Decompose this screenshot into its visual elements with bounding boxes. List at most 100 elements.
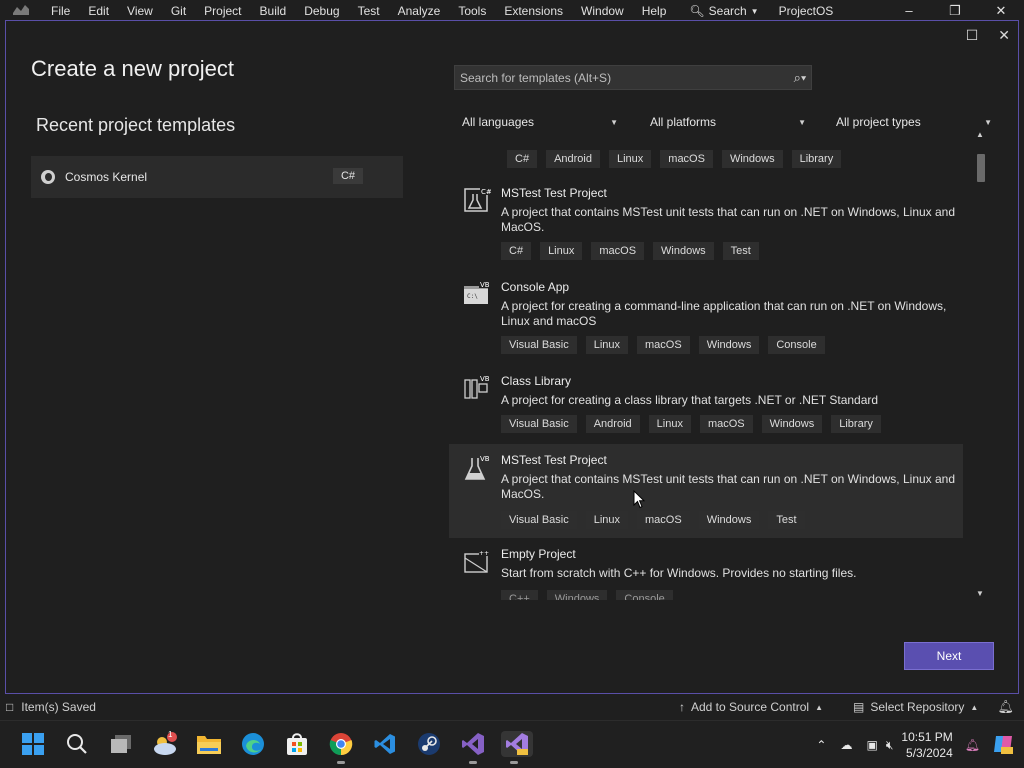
search-icon: 🔍︎ [689, 4, 705, 18]
template-name: MSTest Test Project [501, 186, 607, 200]
start-windows-icon[interactable] [20, 731, 46, 757]
menu-git[interactable]: Git [162, 0, 195, 22]
empty-project-cpp-icon: ++ [463, 548, 491, 576]
menu-bar: File Edit View Git Project Build Debug T… [0, 0, 1024, 22]
chrome-icon[interactable] [328, 731, 354, 764]
clock[interactable]: 10:51 PM 5/3/2024 [901, 729, 952, 761]
chevron-down-icon: ▼ [750, 6, 759, 16]
close-icon[interactable]: ✕ [978, 0, 1024, 22]
tag: Visual Basic [501, 336, 577, 354]
next-button[interactable]: Next [904, 642, 994, 670]
bell-icon[interactable]: 🔔︎ [997, 699, 1014, 715]
svg-text:VB: VB [480, 375, 490, 383]
vscode-icon[interactable] [372, 731, 398, 757]
copilot-icon[interactable] [992, 733, 1014, 758]
menu-window[interactable]: Window [572, 0, 633, 22]
tag: Test [768, 511, 805, 529]
tag: Linux [585, 511, 629, 529]
menu-file[interactable]: File [42, 0, 79, 22]
tag: Library [791, 150, 842, 168]
menu-extensions[interactable]: Extensions [495, 0, 572, 22]
add-to-source-control[interactable]: ↑ Add to Source Control ▲ [679, 700, 823, 714]
microsoft-store-icon[interactable] [284, 731, 310, 757]
menu-project[interactable]: Project [195, 0, 250, 22]
template-tags: C# Android Linux macOS Windows Library [507, 150, 842, 168]
template-list-scrollbar[interactable]: ▲ ▼ [974, 128, 988, 600]
scroll-up-icon[interactable]: ▲ [976, 130, 984, 139]
visual-studio-icon[interactable] [460, 731, 486, 764]
chevron-down-icon: ▼ [798, 117, 806, 127]
template-tags: Visual Basic Linux macOS Windows Test [501, 511, 805, 529]
mstest-csharp-icon: C# [463, 186, 492, 214]
menu-test[interactable]: Test [349, 0, 389, 22]
scroll-down-icon[interactable]: ▼ [976, 589, 984, 598]
dialog-close-icon[interactable]: ✕ [998, 27, 1010, 44]
template-tags: C# Linux macOS Windows Test [501, 242, 759, 260]
list-item[interactable]: C# Android Linux macOS Windows Library [449, 128, 963, 172]
template-name: Class Library [501, 374, 572, 388]
file-explorer-icon[interactable] [196, 731, 222, 757]
menu-analyze[interactable]: Analyze [389, 0, 450, 22]
menu-view[interactable]: View [118, 0, 162, 22]
menu-debug[interactable]: Debug [295, 0, 348, 22]
edge-icon[interactable] [240, 731, 266, 757]
menu-build[interactable]: Build [251, 0, 296, 22]
window-controls: – ❐ ✕ [886, 0, 1024, 22]
minimize-icon[interactable]: – [886, 0, 932, 22]
taskbar: 1 ⌃ ☁ ▣ 🔇︎ 10:51 PM 5/3/2024 🔔︎ [0, 720, 1024, 768]
show-hidden-icons-chevron-icon[interactable]: ⌃ [816, 738, 826, 752]
visual-studio-preview-icon[interactable] [501, 731, 533, 764]
recent-template-item[interactable]: Cosmos Kernel C# [31, 156, 403, 198]
recent-template-lang-badge: C# [332, 168, 363, 184]
page-title: Create a new project [31, 56, 234, 81]
menu-help[interactable]: Help [633, 0, 676, 22]
add-to-source-control-label: Add to Source Control [691, 700, 810, 714]
menu-edit[interactable]: Edit [79, 0, 118, 22]
tag: macOS [660, 150, 713, 168]
scrollbar-thumb[interactable] [977, 154, 985, 182]
steam-icon[interactable] [416, 731, 442, 757]
tag: C# [501, 242, 532, 260]
notification-bell-icon[interactable]: 🔔︎ [965, 738, 980, 752]
taskbar-search-icon[interactable] [64, 731, 90, 757]
list-item[interactable]: VB Class Library A project for creating … [449, 360, 963, 444]
list-item[interactable]: C# MSTest Test Project A project that co… [449, 172, 963, 266]
select-repository[interactable]: ▤ Select Repository ▲ [853, 700, 978, 714]
tag: Windows [698, 511, 760, 529]
template-list[interactable]: C# Android Linux macOS Windows Library C… [449, 128, 967, 600]
onedrive-icon[interactable]: ☁ [840, 738, 852, 752]
template-description: Start from scratch with C++ for Windows.… [501, 566, 857, 580]
maximize-icon[interactable]: ☐ [966, 27, 979, 44]
tag: macOS [699, 415, 753, 433]
list-item[interactable]: C:\ VB Console App A project for creating… [449, 266, 963, 360]
tag: Linux [540, 242, 583, 260]
clock-time: 10:51 PM [901, 730, 953, 744]
caret-up-icon: ▲ [815, 702, 823, 712]
svg-text:C:\: C:\ [467, 293, 478, 300]
tag: Visual Basic [501, 415, 577, 433]
chevron-down-icon: ▼ [984, 117, 992, 127]
menu-tools[interactable]: Tools [449, 0, 495, 22]
display-icon[interactable]: ▣ [866, 738, 877, 752]
restore-icon[interactable]: ❐ [932, 0, 978, 22]
weather-badge: 1 [168, 730, 173, 739]
tag: Linux [585, 336, 629, 354]
tag: Android [546, 150, 600, 168]
global-search-label: Search [708, 4, 747, 18]
template-search[interactable]: ⌕▾ [454, 65, 812, 90]
task-view-icon[interactable] [108, 731, 134, 757]
weather-icon[interactable]: 1 [152, 730, 178, 757]
template-search-input[interactable] [460, 70, 789, 85]
visual-studio-logo-icon [12, 3, 32, 20]
list-item[interactable]: ++ Empty Project Start from scratch with… [449, 538, 963, 600]
global-search[interactable]: 🔍︎ Search ▼ [689, 4, 758, 18]
list-item[interactable]: VB MSTest Test Project A project that co… [449, 444, 963, 538]
status-saved-text: Item(s) Saved [21, 700, 96, 714]
template-description: A project that contains MSTest unit test… [501, 472, 956, 501]
volume-mute-icon[interactable]: 🔇︎ [886, 738, 894, 753]
tag: Windows [721, 150, 783, 168]
search-icon[interactable]: ⌕▾ [789, 70, 811, 86]
tag: Library [831, 415, 881, 433]
repository-icon: ▤ [853, 700, 865, 714]
tag: Windows [546, 590, 608, 600]
